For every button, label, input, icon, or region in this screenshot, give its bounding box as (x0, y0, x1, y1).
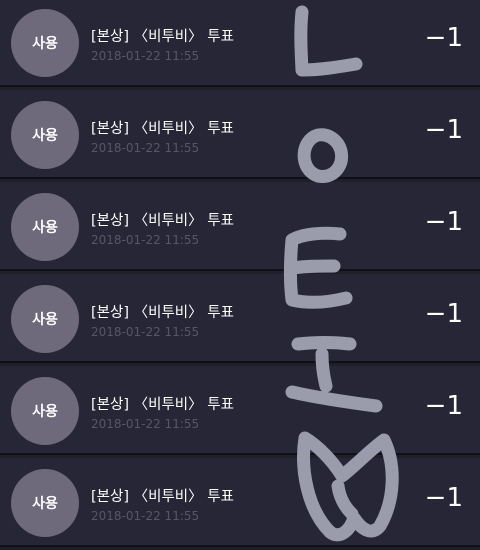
list-item[interactable]: 사용 [본상] 〈비투비〉 투표 2018-01-22 11:55 −1 (0, 366, 480, 455)
avatar: 사용 (11, 101, 79, 169)
item-amount: −1 (424, 299, 463, 329)
item-date: 2018-01-22 11:55 (91, 325, 200, 339)
usage-history-list: 사용 [본상] 〈비투비〉 투표 2018-01-22 11:55 −1 사용 … (0, 0, 480, 550)
list-item[interactable]: 사용 [본상] 〈비투비〉 투표 2018-01-22 11:55 −1 (0, 458, 480, 547)
list-item[interactable]: 사용 [본상] 〈비투비〉 투표 2018-01-22 11:55 −1 (0, 0, 480, 87)
avatar: 사용 (11, 377, 79, 445)
history-screen: 사용 [본상] 〈비투비〉 투표 2018-01-22 11:55 −1 사용 … (0, 0, 480, 550)
avatar: 사용 (11, 9, 79, 77)
item-title: [본상] 〈비투비〉 투표 (91, 489, 234, 505)
avatar: 사용 (11, 469, 79, 537)
list-item[interactable]: 사용 [본상] 〈비투비〉 투표 2018-01-22 11:55 −1 (0, 90, 480, 179)
item-amount: −1 (424, 391, 463, 421)
item-date: 2018-01-22 11:55 (91, 141, 200, 155)
item-date: 2018-01-22 11:55 (91, 233, 200, 247)
item-date: 2018-01-22 11:55 (91, 509, 200, 523)
item-amount: −1 (424, 115, 463, 145)
list-item[interactable]: 사용 [본상] 〈비투비〉 투표 2018-01-22 11:55 −1 (0, 182, 480, 271)
item-title: [본상] 〈비투비〉 투표 (91, 213, 234, 229)
avatar: 사용 (11, 285, 79, 353)
list-item[interactable]: 사용 [본상] 〈비투비〉 투표 2018-01-22 11:55 −1 (0, 274, 480, 363)
item-amount: −1 (424, 23, 463, 53)
item-amount: −1 (424, 483, 463, 513)
avatar: 사용 (11, 193, 79, 261)
item-date: 2018-01-22 11:55 (91, 417, 200, 431)
item-title: [본상] 〈비투비〉 투표 (91, 121, 234, 137)
item-title: [본상] 〈비투비〉 투표 (91, 29, 234, 45)
item-title: [본상] 〈비투비〉 투표 (91, 305, 234, 321)
item-amount: −1 (424, 207, 463, 237)
item-date: 2018-01-22 11:55 (91, 49, 200, 63)
item-title: [본상] 〈비투비〉 투표 (91, 397, 234, 413)
